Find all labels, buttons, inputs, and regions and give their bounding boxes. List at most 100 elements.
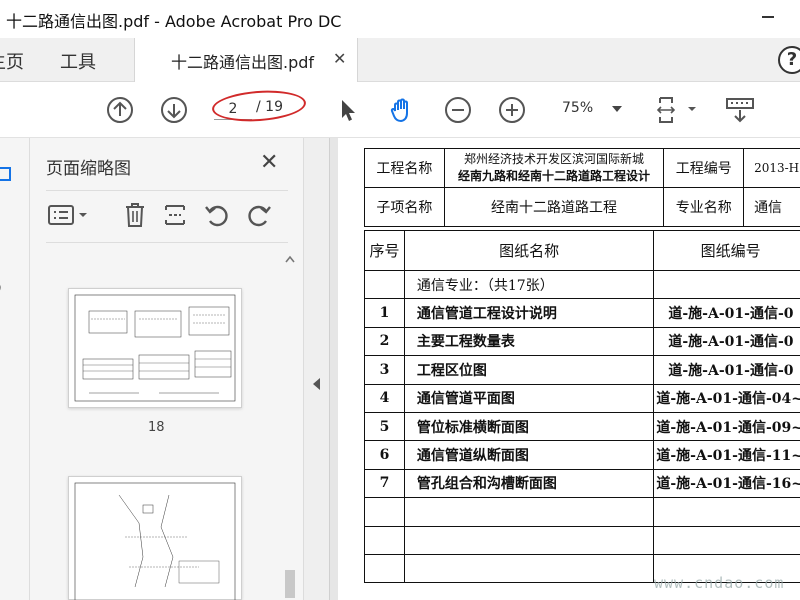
empty-cell	[404, 526, 655, 555]
hand-tool-icon[interactable]	[388, 96, 416, 124]
row-number: 1	[364, 298, 405, 328]
row-drawing-name: 通信管道纵断面图	[404, 440, 655, 470]
close-tab-icon[interactable]: ✕	[333, 49, 346, 68]
document-tab-label: 十二路通信出图.pdf	[171, 53, 315, 72]
row-drawing-name: 通信管道平面图	[404, 384, 655, 413]
project-name-line-1: 郑州经济技术开发区滨河国际新城	[464, 152, 645, 166]
row-drawing-name: 管位标准横断面图	[404, 412, 655, 442]
row-drawing-name: 主要工程数量表	[404, 327, 655, 357]
row-drawing-code: 道-施-A-01-通信-0	[653, 327, 800, 357]
category-code	[653, 270, 800, 300]
previous-page-icon[interactable]	[106, 96, 134, 124]
specialty-label: 专业名称	[663, 187, 745, 227]
panel-divider	[46, 190, 288, 191]
attachment-icon[interactable]	[0, 278, 14, 298]
tab-bar: 主页 工具 十二路通信出图.pdf ✕ ?	[0, 38, 800, 82]
panel-title: 页面缩略图	[46, 159, 131, 179]
thumbnail-panel: 页面缩略图 ✕ 18	[30, 138, 304, 600]
specialty-value: 通信	[743, 187, 800, 227]
title-bar: 十二路通信出图.pdf - Adobe Acrobat Pro DC	[0, 0, 800, 38]
row-number: 5	[364, 412, 405, 442]
project-number-value: 2013-H	[743, 148, 800, 188]
row-drawing-name: 管孔组合和沟槽断面图	[404, 469, 655, 499]
table-row: 6 通信管道纵断面图 道-施-A-01-通信-11~	[364, 440, 800, 470]
options-menu-icon[interactable]	[46, 202, 90, 228]
toolbar: 2 / 19 75%	[0, 82, 800, 138]
column-header-no: 序号	[364, 230, 405, 271]
zoom-out-icon[interactable]	[444, 96, 472, 124]
tab-home[interactable]: 主页	[0, 48, 24, 74]
drawing-list-table: 序号 图纸名称 图纸编号 通信专业：（共17张） 1 通信管道工程设计说明 道-…	[364, 230, 800, 584]
subproject-label: 子项名称	[364, 187, 445, 227]
page-total: / 19	[256, 99, 283, 115]
column-header-code: 图纸编号	[653, 230, 800, 271]
table-row: 7 管孔组合和沟槽断面图 道-施-A-01-通信-16~	[364, 469, 800, 499]
thumbnail-label: 18	[148, 420, 165, 435]
row-drawing-code: 道-施-A-01-通信-16~	[653, 469, 800, 499]
empty-row	[364, 526, 800, 555]
table-row: 3 工程区位图 道-施-A-01-通信-0	[364, 355, 800, 385]
help-icon[interactable]: ?	[778, 46, 800, 74]
empty-cell	[653, 497, 800, 527]
page-thumbnail-18[interactable]	[68, 288, 242, 408]
bookmark-icon[interactable]	[0, 222, 14, 250]
row-number: 7	[364, 469, 405, 499]
panel-divider-2	[46, 242, 288, 243]
zoom-level[interactable]: 75%	[562, 100, 593, 116]
project-number-label: 工程编号	[663, 148, 745, 188]
empty-cell	[364, 554, 405, 584]
row-drawing-name: 通信管道工程设计说明	[404, 298, 655, 328]
acrobat-window: 十二路通信出图.pdf - Adobe Acrobat Pro DC 主页 工具…	[0, 0, 800, 600]
tab-tools[interactable]: 工具	[60, 48, 96, 74]
category-no	[364, 270, 405, 300]
select-arrow-icon[interactable]	[334, 96, 362, 124]
zoom-in-icon[interactable]	[498, 96, 526, 124]
empty-cell	[364, 526, 405, 555]
project-name-line-2: 经南九路和经南十二路道路工程设计	[458, 169, 651, 183]
drawing-title-block: 工程名称 郑州经济技术开发区滨河国际新城 经南九路和经南十二路道路工程设计 工程…	[364, 148, 800, 227]
category-row: 通信专业：（共17张）	[364, 270, 800, 300]
delete-page-icon[interactable]	[122, 202, 148, 228]
zoom-dropdown-icon[interactable]	[612, 106, 622, 112]
keyboard-scroll-icon[interactable]	[724, 96, 756, 124]
project-name-label: 工程名称	[364, 148, 445, 188]
collapse-panel-icon[interactable]	[313, 378, 320, 390]
document-view: 工程名称 郑州经济技术开发区滨河国际新城 经南九路和经南十二路道路工程设计 工程…	[330, 138, 800, 600]
row-drawing-code: 道-施-A-01-通信-11~	[653, 440, 800, 470]
thumbnail-drawing-19	[74, 482, 236, 600]
rotate-clockwise-icon[interactable]	[246, 202, 272, 228]
row-drawing-code: 道-施-A-01-通信-04~	[653, 384, 800, 413]
row-drawing-code: 道-施-A-01-通信-09~	[653, 412, 800, 442]
table-row: 2 主要工程数量表 道-施-A-01-通信-0	[364, 327, 800, 357]
tab-document[interactable]: 十二路通信出图.pdf ✕	[134, 38, 358, 82]
page-number-input[interactable]: 2	[214, 98, 252, 120]
row-number: 3	[364, 355, 405, 385]
window-title: 十二路通信出图.pdf - Adobe Acrobat Pro DC	[6, 12, 342, 31]
insert-page-icon[interactable]	[162, 202, 188, 228]
empty-cell	[653, 526, 800, 555]
table-header-row: 序号 图纸名称 图纸编号	[364, 230, 800, 271]
table-row: 5 管位标准横断面图 道-施-A-01-通信-09~	[364, 412, 800, 442]
row-drawing-name: 工程区位图	[404, 355, 655, 385]
minimize-button[interactable]	[762, 16, 774, 18]
category-label: 通信专业：（共17张）	[404, 270, 655, 300]
pdf-page: 工程名称 郑州经济技术开发区滨河国际新城 经南九路和经南十二路道路工程设计 工程…	[338, 138, 800, 600]
rotate-counterclockwise-icon[interactable]	[204, 202, 230, 228]
empty-row	[364, 497, 800, 527]
row-number: 2	[364, 327, 405, 357]
empty-cell	[404, 554, 655, 584]
close-panel-icon[interactable]: ✕	[260, 150, 278, 175]
table-row: 4 通信管道平面图 道-施-A-01-通信-04~	[364, 384, 800, 413]
row-drawing-code: 道-施-A-01-通信-0	[653, 355, 800, 385]
page-thumbnails-icon[interactable]	[0, 164, 14, 184]
empty-cell	[364, 497, 405, 527]
thumbnail-scrollbar[interactable]	[282, 252, 298, 598]
panel-splitter[interactable]	[304, 138, 330, 600]
next-page-icon[interactable]	[160, 96, 188, 124]
page-thumbnail-19[interactable]	[68, 476, 242, 600]
table-row: 1 通信管道工程设计说明 道-施-A-01-通信-0	[364, 298, 800, 328]
row-number: 4	[364, 384, 405, 413]
row-number: 6	[364, 440, 405, 470]
project-name-value: 郑州经济技术开发区滨河国际新城 经南九路和经南十二路道路工程设计	[443, 148, 665, 188]
page-fit-icon[interactable]	[656, 96, 700, 124]
